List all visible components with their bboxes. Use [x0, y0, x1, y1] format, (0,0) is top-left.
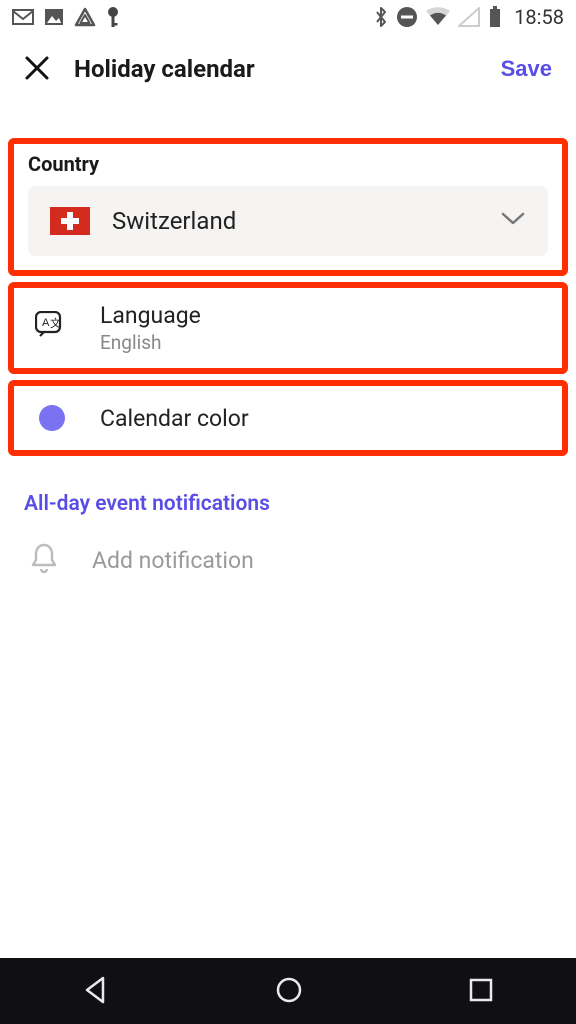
add-notification-label: Add notification [92, 547, 254, 574]
svg-text:文: 文 [50, 316, 61, 330]
language-label: Language [100, 302, 201, 329]
dnd-icon [396, 6, 418, 28]
save-button[interactable]: Save [501, 56, 552, 82]
nav-recent-button[interactable] [437, 966, 525, 1017]
close-button[interactable] [24, 55, 50, 84]
calendar-color-label: Calendar color [100, 405, 249, 432]
translate-icon: A文 [35, 311, 69, 345]
android-nav-bar [0, 958, 576, 1024]
language-row[interactable]: A文 Language English [8, 282, 568, 374]
country-section: Country Switzerland [8, 138, 568, 276]
bell-icon [29, 542, 59, 578]
cell-signal-icon [458, 7, 480, 27]
status-bar: 18:58 [0, 0, 576, 34]
country-selected: Switzerland [112, 207, 478, 235]
svg-text:A: A [42, 317, 50, 329]
flag-switzerland-icon [50, 207, 90, 235]
status-clock: 18:58 [514, 5, 564, 29]
calendar-color-row[interactable]: Calendar color [8, 380, 568, 456]
nav-back-button[interactable] [51, 965, 141, 1018]
add-notification-row[interactable]: Add notification [0, 528, 576, 592]
color-swatch-icon [39, 405, 65, 431]
app-bar: Holiday calendar Save [0, 34, 576, 104]
photos-icon [44, 8, 64, 26]
chevron-down-icon [500, 211, 526, 231]
back-icon [81, 993, 111, 1008]
drive-icon [74, 7, 96, 27]
page-title: Holiday calendar [74, 55, 477, 83]
language-value: English [100, 331, 201, 354]
home-icon [274, 993, 304, 1008]
battery-icon [488, 6, 502, 28]
wifi-icon [426, 7, 450, 27]
bluetooth-icon [374, 6, 388, 28]
recent-icon [467, 992, 495, 1007]
nav-home-button[interactable] [244, 965, 334, 1018]
gmail-icon [12, 9, 34, 25]
close-icon [24, 69, 50, 84]
notifications-heading: All-day event notifications [0, 462, 576, 528]
key-icon [106, 6, 120, 28]
country-dropdown[interactable]: Switzerland [28, 186, 548, 256]
country-label: Country [28, 152, 548, 176]
